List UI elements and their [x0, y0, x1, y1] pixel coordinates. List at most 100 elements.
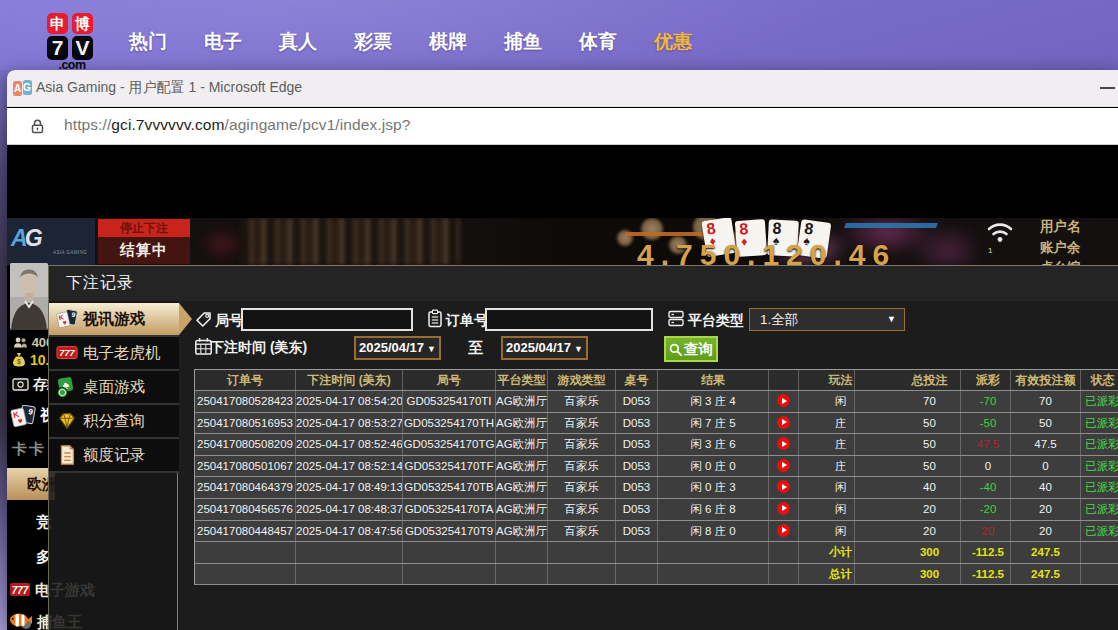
cell-result: 闲 8 庄 0	[658, 521, 769, 542]
url-text[interactable]: https://gci.7vvvvvv.com/agingame/pcv1/in…	[64, 116, 411, 134]
cell-play	[769, 391, 799, 412]
cell-play	[769, 434, 799, 455]
empty-cell	[548, 564, 616, 585]
nav-item-hot[interactable]: 热门	[129, 29, 167, 55]
stop-betting-label: 停止下注	[98, 219, 190, 237]
play-video-button[interactable]	[777, 416, 790, 429]
sidebar-item-points[interactable]: 积分查询	[49, 405, 179, 439]
balance-amount: 4.750.120.46	[637, 238, 896, 265]
subtotal-valid: 247.5	[1011, 542, 1081, 563]
cell-payout: 0	[961, 456, 1011, 477]
cell-total: 20	[855, 499, 961, 520]
nav-cards-label: 卡卡	[12, 440, 46, 457]
nav-item-live[interactable]: 真人	[279, 29, 317, 55]
cell-valid: 50	[1011, 413, 1081, 434]
cell-bet: 庄	[799, 456, 855, 477]
sidebar-item-label: 电子老虎机	[83, 343, 161, 364]
svg-text:$: $	[17, 358, 21, 366]
nav-item-promo[interactable]: 优惠	[654, 29, 692, 55]
empty-cell	[548, 542, 616, 563]
subtotal-label: 小计	[799, 542, 855, 563]
table-row: 250417080456576 2025-04-17 08:48:37 GD05…	[195, 499, 1118, 521]
minimize-icon[interactable]	[1100, 87, 1115, 89]
cell-round: GD053254170TA	[403, 499, 496, 520]
play-video-button[interactable]	[777, 524, 790, 537]
play-video-button[interactable]	[777, 437, 790, 450]
play-video-button[interactable]	[777, 502, 790, 515]
lobby-cards-icon: 9 K ♥	[10, 405, 36, 428]
nav-item-lottery[interactable]: 彩票	[354, 29, 392, 55]
cell-bet: 闲	[799, 391, 855, 412]
platform-select-value: 1.全部	[760, 312, 798, 327]
cell-status: 已派彩	[1081, 413, 1118, 434]
lobby-nav-cards[interactable]: 卡卡	[12, 440, 46, 459]
players-icon	[13, 337, 28, 348]
sidebar-item-table-games[interactable]: ♣ 桌面游戏	[49, 371, 179, 405]
cell-table_no: D053	[616, 434, 658, 455]
cell-order: 250417080508209	[195, 434, 296, 455]
site-header: 申 博 7 V .com 热门 电子 真人 彩票 棋牌 捕鱼 体育 优惠	[0, 0, 1118, 70]
nav-item-sports[interactable]: 体育	[579, 29, 617, 55]
nav-item-fishing[interactable]: 捕鱼	[504, 29, 542, 55]
window-title: Asia Gaming - 用户配置 1 - Microsoft Edge	[36, 79, 302, 97]
cell-valid: 0	[1011, 456, 1081, 477]
cell-bet: 庄	[799, 413, 855, 434]
date-to-arrow-icon: ▼	[574, 344, 583, 354]
grandtotal-valid: 247.5	[1011, 564, 1081, 585]
cell-round: GD053254170TH	[403, 413, 496, 434]
col-header-result: 结果	[658, 370, 769, 391]
cell-payout: -40	[961, 477, 1011, 498]
empty-cell	[296, 542, 403, 563]
cell-table_no: D053	[616, 413, 658, 434]
platform-icon	[667, 309, 686, 328]
sidebar-item-label: 额度记录	[83, 445, 145, 466]
address-bar[interactable]: https://gci.7vvvvvv.com/agingame/pcv1/in…	[7, 108, 1118, 145]
date-from-picker[interactable]: 2025/04/17▼	[354, 336, 441, 360]
cell-order: 250417080448457	[195, 521, 296, 542]
cell-payout: 20	[961, 521, 1011, 542]
platform-select[interactable]: 1.全部 ▼	[749, 308, 905, 331]
play-video-button[interactable]	[777, 394, 790, 407]
wifi-icon	[985, 218, 1015, 244]
play-video-button[interactable]	[777, 459, 790, 472]
sidebar-item-label: 桌面游戏	[83, 377, 145, 398]
score-line-orange	[624, 232, 711, 236]
user-avatar[interactable]	[10, 263, 48, 330]
sidebar-item-slots[interactable]: 777 电子老虎机	[49, 337, 179, 371]
slot-machine-icon: 777	[56, 342, 78, 364]
cell-round: GD053254170T9	[403, 521, 496, 542]
cell-valid: 20	[1011, 499, 1081, 520]
cell-platform: AG欧洲厅	[496, 413, 548, 434]
col-header-table_no: 桌号	[616, 370, 658, 391]
ag-logo-g: G	[25, 225, 40, 251]
sidebar-item-video-games[interactable]: 9 K ♥ 视讯游戏	[49, 303, 179, 337]
nav-item-chess[interactable]: 棋牌	[429, 29, 467, 55]
cell-valid: 70	[1011, 391, 1081, 412]
stream-curtain-blur	[240, 218, 460, 265]
search-button[interactable]: 查询	[664, 336, 718, 362]
cell-platform: AG欧洲厅	[496, 521, 548, 542]
play-video-button[interactable]	[777, 480, 790, 493]
cell-platform: AG欧洲厅	[496, 456, 548, 477]
table-row: 250417080508209 2025-04-17 08:52:46 GD05…	[195, 434, 1118, 456]
cell-valid: 47.5	[1011, 434, 1081, 455]
date-to-picker[interactable]: 2025/04/17▼	[501, 336, 588, 360]
round-input[interactable]	[241, 308, 413, 331]
cell-payout: -20	[961, 499, 1011, 520]
table-row: 250417080516953 2025-04-17 08:53:27 GD05…	[195, 413, 1118, 435]
empty-cell	[616, 564, 658, 585]
url-scheme: https://	[64, 116, 111, 133]
browser-window: A G Asia Gaming - 用户配置 1 - Microsoft Edg…	[7, 70, 1118, 630]
magnifier-icon	[669, 343, 682, 356]
col-header-order: 订单号	[195, 370, 296, 391]
order-input[interactable]	[485, 308, 653, 331]
site-logo[interactable]: 申 博 7 V .com	[47, 8, 97, 70]
user-name-label: 用户名	[1040, 219, 1118, 235]
cell-order: 250417080516953	[195, 413, 296, 434]
round-filter-label: 局号	[215, 312, 243, 330]
nav-item-slots[interactable]: 电子	[204, 29, 242, 55]
cell-game: 百家乐	[548, 391, 616, 412]
sidebar-item-credit[interactable]: 额度记录	[49, 439, 179, 473]
window-titlebar[interactable]: A G Asia Gaming - 用户配置 1 - Microsoft Edg…	[7, 70, 1118, 107]
cell-time: 2025-04-17 08:52:46	[296, 434, 403, 455]
